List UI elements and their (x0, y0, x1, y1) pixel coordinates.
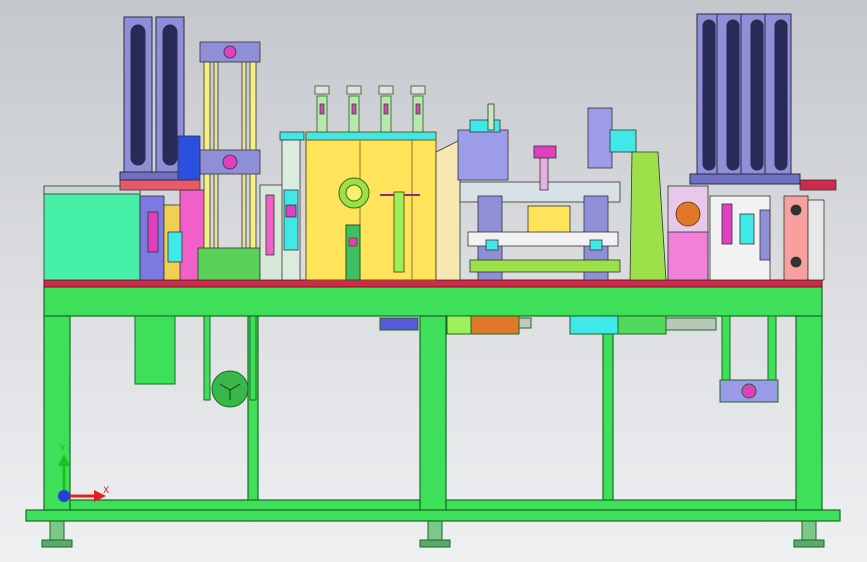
y-axis-label: Y (59, 444, 66, 454)
machine-assembly-drawing: X Y (25, 13, 841, 548)
under-frame-components (134, 315, 779, 408)
top-plate (43, 279, 823, 288)
vertical-tower (279, 131, 305, 281)
x-axis-label: X (103, 486, 109, 496)
machine-feet (41, 519, 825, 548)
left-infeed-section (43, 179, 207, 281)
middle-station (435, 103, 637, 281)
z-axis-origin (58, 490, 70, 502)
center-cabinet (305, 131, 437, 281)
pneumatic-cylinders (314, 85, 426, 133)
right-hopper (689, 13, 801, 185)
cad-viewport[interactable]: X Y (0, 0, 867, 562)
